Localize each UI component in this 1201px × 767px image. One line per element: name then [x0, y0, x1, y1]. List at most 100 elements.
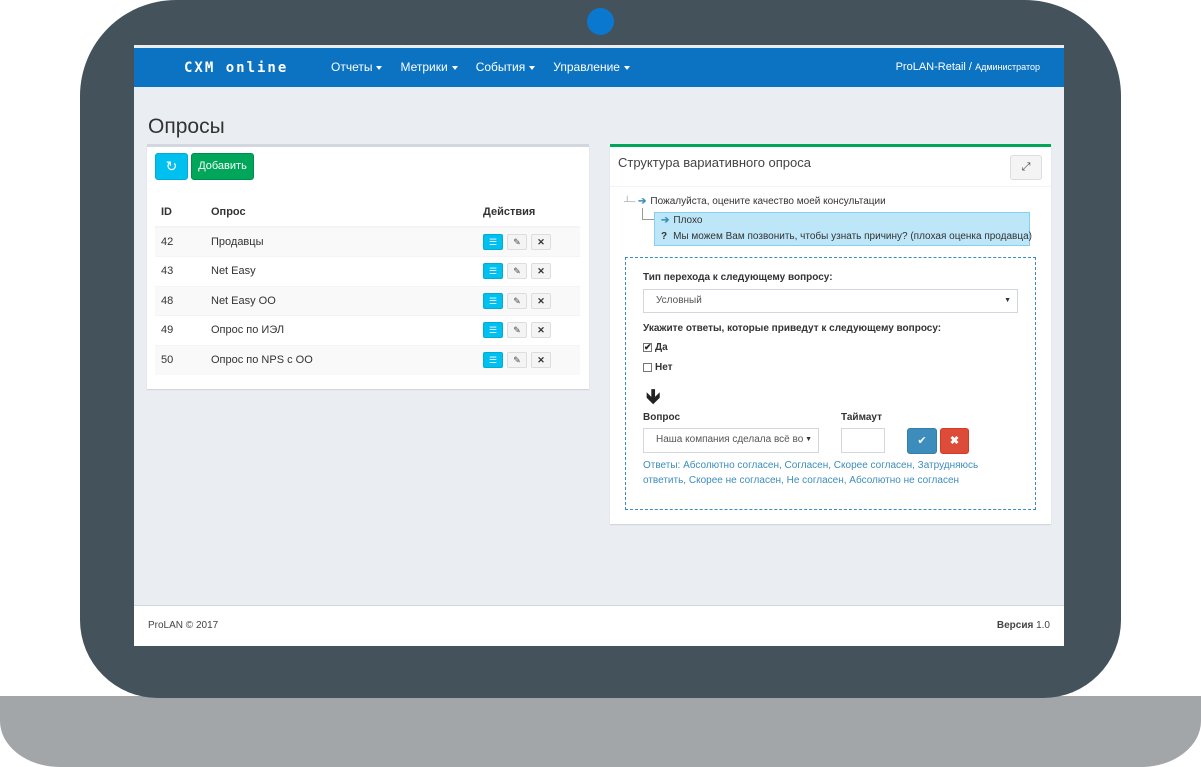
app-logo[interactable]: CXM online	[184, 60, 288, 76]
version-label: Версия	[996, 620, 1034, 631]
list-icon[interactable]: ☰	[483, 263, 503, 280]
laptop-mockup: CXM online Отчеты Метрики События Управл…	[0, 0, 1201, 767]
table-row[interactable]: 42 Продавцы ☰ ✎ ✕	[155, 226, 580, 257]
refresh-icon: ↻	[165, 158, 178, 174]
close-icon: ✖	[949, 435, 960, 447]
list-icon[interactable]: ☰	[483, 322, 503, 339]
checkbox-icon[interactable]	[643, 363, 652, 372]
edit-icon[interactable]: ✎	[507, 263, 527, 280]
structure-panel: Структура вариативного опроса ⤢ ┴– ➔ Пожал…	[610, 144, 1051, 524]
tree-node-selected[interactable]: ➔ Плохо ? Мы можем Вам позвонить, чтобы уз…	[654, 212, 1032, 246]
option-yes-label: Да	[655, 342, 668, 353]
list-icon[interactable]: ☰	[483, 234, 503, 250]
cell-id: 42	[155, 226, 205, 257]
version-value: 1.0	[1036, 620, 1050, 631]
user-info[interactable]: ProLAN-Retail / Администратор	[896, 48, 1040, 87]
dropdown-arrow-icon: ▼	[803, 429, 812, 451]
cell-name: Net Easy	[205, 256, 477, 286]
transition-editor: Тип перехода к следующему вопросу: Услов…	[625, 257, 1036, 510]
menu-metrics-label: Метрики	[400, 60, 448, 74]
caret-down-icon	[451, 65, 458, 70]
cancel-button[interactable]: ✖	[940, 428, 969, 454]
table-row[interactable]: 43 Net Easy ☰ ✎ ✕	[155, 256, 580, 286]
edit-icon[interactable]: ✎	[507, 322, 527, 339]
add-survey-button[interactable]: Добавить	[191, 153, 254, 180]
next-question-value: Наша компания сделала всё во	[656, 434, 804, 445]
table-row[interactable]: 49 Опрос по ИЭЛ ☰ ✎ ✕	[155, 315, 580, 345]
root-question-text: Пожалуйста, оцените качество моей консул…	[650, 196, 886, 207]
timeout-input[interactable]	[841, 428, 885, 453]
version-info: Версия 1.0	[997, 620, 1050, 631]
menu-management[interactable]: Управление	[544, 48, 639, 87]
main-menu: Отчеты Метрики События Управление	[322, 48, 639, 87]
checkbox-checked-icon[interactable]: ✔	[643, 343, 652, 352]
menu-management-label: Управление	[553, 60, 620, 74]
menu-metrics[interactable]: Метрики	[391, 48, 466, 87]
cell-id: 49	[155, 315, 205, 345]
menu-events[interactable]: События	[467, 48, 545, 87]
page-title: Опросы	[148, 115, 225, 138]
caret-down-icon	[623, 65, 630, 70]
question-mark-icon: ?	[661, 231, 668, 242]
menu-events-label: События	[475, 60, 526, 74]
list-icon[interactable]: ☰	[483, 292, 503, 309]
edit-icon[interactable]: ✎	[507, 352, 527, 368]
dropdown-arrow-icon: ▼	[1004, 297, 1011, 304]
expand-icon: ⤢	[1021, 161, 1031, 173]
table-row[interactable]: 48 Net Easy ОО ☰ ✎ ✕	[155, 285, 580, 316]
close-icon[interactable]: ✕	[531, 292, 551, 309]
timeout-label: Таймаут	[841, 412, 882, 423]
caret-down-icon	[376, 65, 383, 70]
list-icon[interactable]: ☰	[483, 352, 503, 368]
divider	[610, 186, 1051, 187]
option-yes[interactable]: ✔ Да	[643, 342, 668, 353]
close-icon[interactable]: ✕	[531, 322, 551, 339]
answer-node-text: Плохо	[673, 215, 703, 226]
next-question-select[interactable]: Наша компания сделала всё во ▼	[643, 428, 819, 453]
column-header-id[interactable]: ID	[155, 198, 205, 228]
edit-icon[interactable]: ✎	[507, 234, 527, 250]
cell-name: Опрос по ИЭЛ	[205, 315, 477, 345]
check-icon: ✔	[917, 435, 927, 447]
option-no[interactable]: Нет	[643, 362, 673, 373]
cell-id: 43	[155, 256, 205, 286]
answers-list[interactable]: Ответы: Абсолютно согласен, Согласен, Ск…	[643, 458, 1023, 488]
transition-type-select[interactable]: Условный ▼	[643, 289, 1018, 313]
cell-name: Опрос по NPS с ОО	[205, 344, 477, 375]
surveys-table: ID Опрос Действия 42 Продавцы ☰ ✎ ✕ 43 Net…	[155, 198, 580, 375]
user-company: ProLAN-Retail /	[895, 61, 972, 73]
edit-icon[interactable]: ✎	[507, 292, 527, 309]
expand-button[interactable]: ⤢	[1010, 155, 1042, 180]
option-no-label: Нет	[655, 362, 673, 373]
tree-node-root[interactable]: ┴– ➔ Пожалуйста, оцените качество моей кон…	[624, 196, 984, 207]
laptop-camera	[587, 8, 614, 35]
structure-panel-title: Структура вариативного опроса	[618, 155, 812, 170]
laptop-base	[0, 696, 1201, 767]
copyright: ProLAN © 2017	[148, 620, 219, 631]
confirm-button[interactable]: ✔	[907, 428, 937, 454]
refresh-button[interactable]: ↻	[155, 153, 188, 180]
footer: ProLAN © 2017 Версия 1.0	[134, 605, 1064, 646]
top-navbar: CXM online Отчеты Метрики События Управл…	[134, 48, 1064, 87]
transition-type-value: Условный	[656, 295, 702, 306]
cell-name: Продавцы	[205, 226, 477, 257]
cell-id: 50	[155, 344, 205, 375]
menu-reports[interactable]: Отчеты	[322, 48, 391, 87]
close-icon[interactable]: ✕	[531, 234, 551, 250]
surveys-panel: ↻ Добавить ID Опрос Действия 42 Продавцы…	[147, 144, 589, 389]
question-label: Вопрос	[643, 412, 681, 423]
tree-line-icon: ┴–	[624, 196, 636, 206]
arrow-down-icon: 🡻	[646, 386, 661, 408]
follow-question-text: Мы можем Вам позвонить, чтобы узнать при…	[673, 231, 1032, 242]
arrow-right-icon: ➔	[661, 215, 670, 226]
close-icon[interactable]: ✕	[531, 263, 551, 280]
close-icon[interactable]: ✕	[531, 352, 551, 368]
menu-reports-label: Отчеты	[331, 60, 373, 74]
answers-select-label: Укажите ответы, которые приведут к следу…	[643, 323, 942, 334]
app-screen: CXM online Отчеты Метрики События Управл…	[134, 45, 1064, 646]
table-row[interactable]: 50 Опрос по NPS с ОО ☰ ✎ ✕	[155, 344, 580, 375]
column-header-actions: Действия	[477, 198, 580, 228]
user-role: Администратор	[975, 62, 1040, 72]
column-header-name[interactable]: Опрос	[205, 198, 477, 228]
transition-type-label: Тип перехода к следующему вопросу:	[643, 272, 833, 283]
